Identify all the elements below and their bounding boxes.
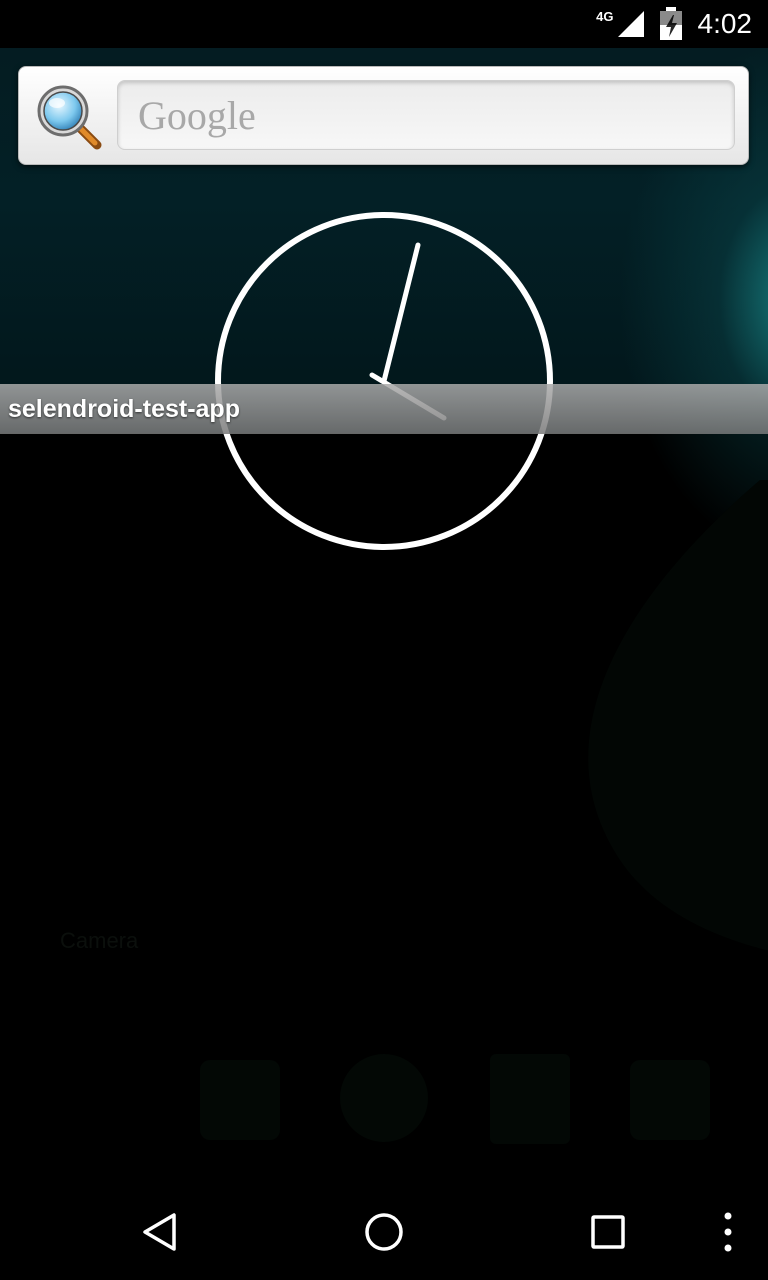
recents-button[interactable]: [584, 1208, 632, 1256]
status-time: 4:02: [697, 8, 753, 39]
menu-button[interactable]: [704, 1208, 752, 1256]
home-screen: 4G 4:02 Google selendroid-test-app Camer…: [0, 0, 768, 1280]
faint-camera-label: Camera: [60, 928, 139, 953]
home-circle-icon: [365, 1213, 403, 1251]
status-bar: 4G 4:02: [0, 0, 768, 48]
back-triangle-icon: [143, 1213, 176, 1251]
overflow-menu-icon: [724, 1212, 732, 1252]
google-search-widget[interactable]: [18, 66, 749, 165]
battery-icon: [659, 7, 682, 40]
network-type-label: 4G: [596, 8, 614, 24]
search-input[interactable]: [118, 81, 734, 149]
signal-icon: [617, 11, 644, 37]
status-indicators: 4G 4:02: [596, 0, 752, 48]
search-field[interactable]: [117, 80, 735, 150]
recents-square-icon: [591, 1215, 625, 1249]
home-button[interactable]: [360, 1208, 408, 1256]
navigation-bar: [0, 1184, 768, 1280]
app-label-bar[interactable]: selendroid-test-app: [0, 384, 768, 434]
app-name-label: selendroid-test-app: [8, 394, 240, 423]
faint-dock: [200, 1054, 710, 1144]
back-button[interactable]: [136, 1208, 184, 1256]
magnifier-icon[interactable]: [33, 81, 103, 151]
wallpaper-shape: [588, 480, 768, 951]
